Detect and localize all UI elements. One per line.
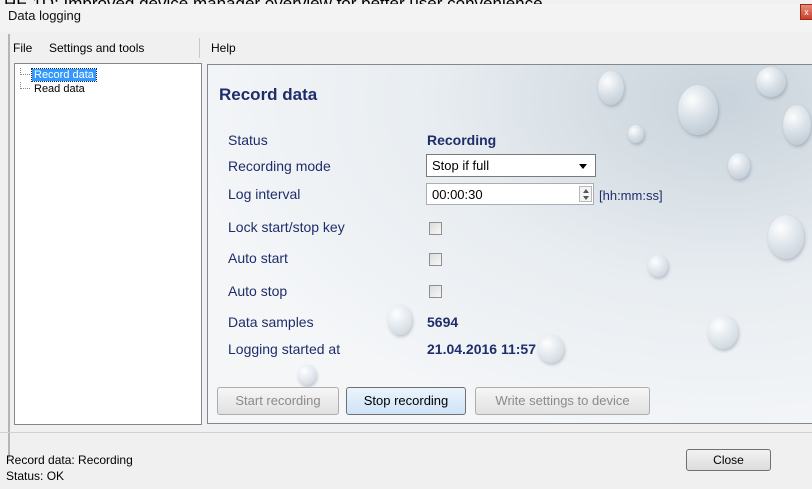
window-frame-left bbox=[8, 34, 10, 458]
tree-item-label: Record data bbox=[31, 68, 97, 82]
status-value: Recording bbox=[427, 132, 497, 148]
status-separator bbox=[0, 432, 812, 433]
data-samples-label: Data samples bbox=[228, 314, 314, 330]
status-line-record: Record data: Recording bbox=[6, 453, 133, 467]
logging-started-label: Logging started at bbox=[228, 341, 341, 357]
auto-stop-checkbox[interactable] bbox=[429, 285, 442, 298]
tree-connector-icon bbox=[20, 68, 30, 75]
water-drop-decoration bbox=[388, 305, 412, 335]
water-drop-decoration bbox=[538, 335, 564, 363]
menu-help[interactable]: Help bbox=[209, 41, 238, 55]
close-button[interactable]: Close bbox=[686, 449, 771, 471]
tree-item-record-data[interactable]: Record data bbox=[20, 68, 97, 82]
water-drop-decoration bbox=[678, 85, 718, 135]
navigation-tree: Record data Read data bbox=[14, 63, 202, 425]
status-line-ok: Status: OK bbox=[6, 469, 65, 483]
window-titlebar: Data logging x bbox=[0, 4, 812, 32]
log-interval-value: 00:00:30 bbox=[432, 187, 483, 202]
log-interval-unit: [hh:mm:ss] bbox=[599, 188, 663, 203]
window-title: Data logging bbox=[8, 8, 81, 23]
log-interval-input[interactable]: 00:00:30 bbox=[426, 183, 594, 205]
status-label: Status bbox=[228, 132, 268, 148]
menu-divider bbox=[199, 38, 200, 58]
water-drop-decoration bbox=[728, 153, 750, 179]
tree-item-read-data[interactable]: Read data bbox=[20, 82, 87, 96]
record-data-panel: Record data Status Recording Recording m… bbox=[207, 64, 812, 424]
auto-start-label: Auto start bbox=[228, 250, 288, 266]
menu-file[interactable]: File bbox=[11, 41, 34, 55]
lock-start-stop-key-label: Lock start/stop key bbox=[228, 219, 345, 235]
recording-mode-select[interactable]: Stop if full bbox=[426, 154, 596, 177]
chevron-down-icon[interactable] bbox=[579, 164, 587, 169]
water-drop-decoration bbox=[648, 255, 668, 277]
recording-mode-value: Stop if full bbox=[432, 158, 490, 173]
water-drop-decoration bbox=[768, 215, 804, 259]
water-drop-decoration bbox=[783, 105, 811, 145]
spin-buttons[interactable] bbox=[579, 186, 592, 202]
stop-recording-button[interactable]: Stop recording bbox=[346, 387, 466, 415]
auto-start-checkbox[interactable] bbox=[429, 253, 442, 266]
log-interval-label: Log interval bbox=[228, 186, 301, 202]
water-drop-decoration bbox=[756, 67, 786, 97]
tree-item-label: Read data bbox=[34, 83, 85, 95]
data-samples-value: 5694 bbox=[427, 314, 459, 330]
auto-stop-label: Auto stop bbox=[228, 283, 288, 299]
menu-settings-and-tools[interactable]: Settings and tools bbox=[47, 41, 146, 55]
tree-connector-icon bbox=[20, 82, 30, 89]
logging-started-value: 21.04.2016 11:57 bbox=[427, 341, 536, 357]
water-drop-decoration bbox=[708, 315, 738, 349]
spin-up-icon[interactable] bbox=[583, 189, 589, 193]
start-recording-button[interactable]: Start recording bbox=[217, 387, 339, 415]
water-drop-decoration bbox=[298, 365, 316, 385]
spin-down-icon[interactable] bbox=[583, 196, 589, 200]
water-drop-decoration bbox=[598, 71, 624, 105]
panel-title: Record data bbox=[219, 85, 318, 104]
recording-mode-label: Recording mode bbox=[228, 158, 331, 174]
water-drop-decoration bbox=[628, 125, 644, 143]
write-settings-button[interactable]: Write settings to device bbox=[475, 387, 650, 415]
menu-bar: File Settings and tools Help bbox=[10, 36, 812, 60]
window-close-icon[interactable]: x bbox=[800, 4, 812, 20]
lock-start-stop-key-checkbox[interactable] bbox=[429, 222, 442, 235]
